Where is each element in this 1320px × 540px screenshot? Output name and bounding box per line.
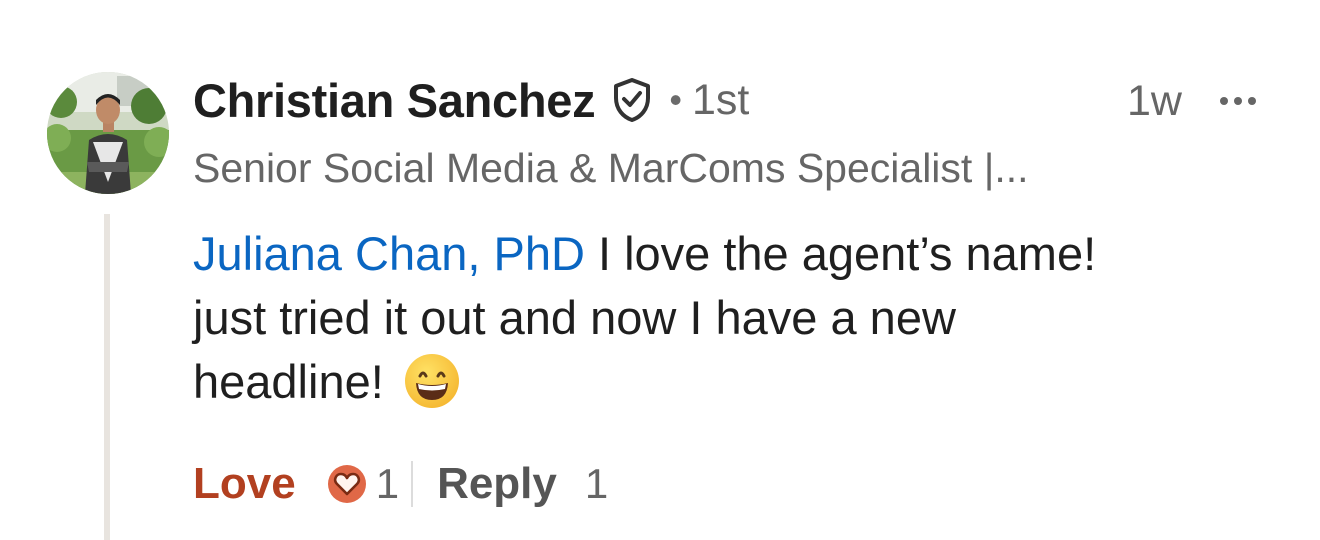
comment: Christian Sanchez • 1st 1w Senior Social…	[0, 0, 1320, 540]
author-name[interactable]: Christian Sanchez	[193, 73, 596, 128]
comment-text-line-2: just tried it out and now I have a new	[193, 291, 956, 344]
avatar[interactable]	[47, 72, 169, 194]
comment-text-line-3: headline!	[193, 355, 384, 408]
comment-actions: Love 1 Reply 1	[193, 454, 608, 514]
more-options-button[interactable]	[1220, 86, 1256, 116]
grinning-face-emoji	[403, 352, 461, 410]
action-divider	[411, 461, 414, 507]
reaction-count[interactable]: 1	[376, 460, 399, 508]
reply-button[interactable]: Reply	[437, 459, 557, 509]
shield-check-icon[interactable]	[611, 77, 653, 123]
author-row: Christian Sanchez • 1st	[193, 70, 749, 130]
avatar-photo	[47, 72, 169, 194]
timestamp: 1w	[1127, 77, 1182, 125]
love-button[interactable]: Love	[193, 459, 296, 509]
mention-link[interactable]: Juliana Chan, PhD	[193, 227, 585, 280]
author-headline: Senior Social Media & MarComs Specialist…	[193, 145, 1029, 191]
thread-line	[104, 214, 110, 540]
reply-count[interactable]: 1	[585, 460, 608, 508]
connection-degree: 1st	[691, 75, 750, 124]
comment-body: Juliana Chan, PhD I love the agent’s nam…	[193, 222, 1253, 414]
ellipsis-icon	[1220, 97, 1228, 105]
heart-reaction-icon[interactable]	[326, 463, 368, 505]
connection-separator: •	[669, 79, 682, 120]
comment-text-line-1: I love the agent’s name!	[584, 227, 1097, 280]
